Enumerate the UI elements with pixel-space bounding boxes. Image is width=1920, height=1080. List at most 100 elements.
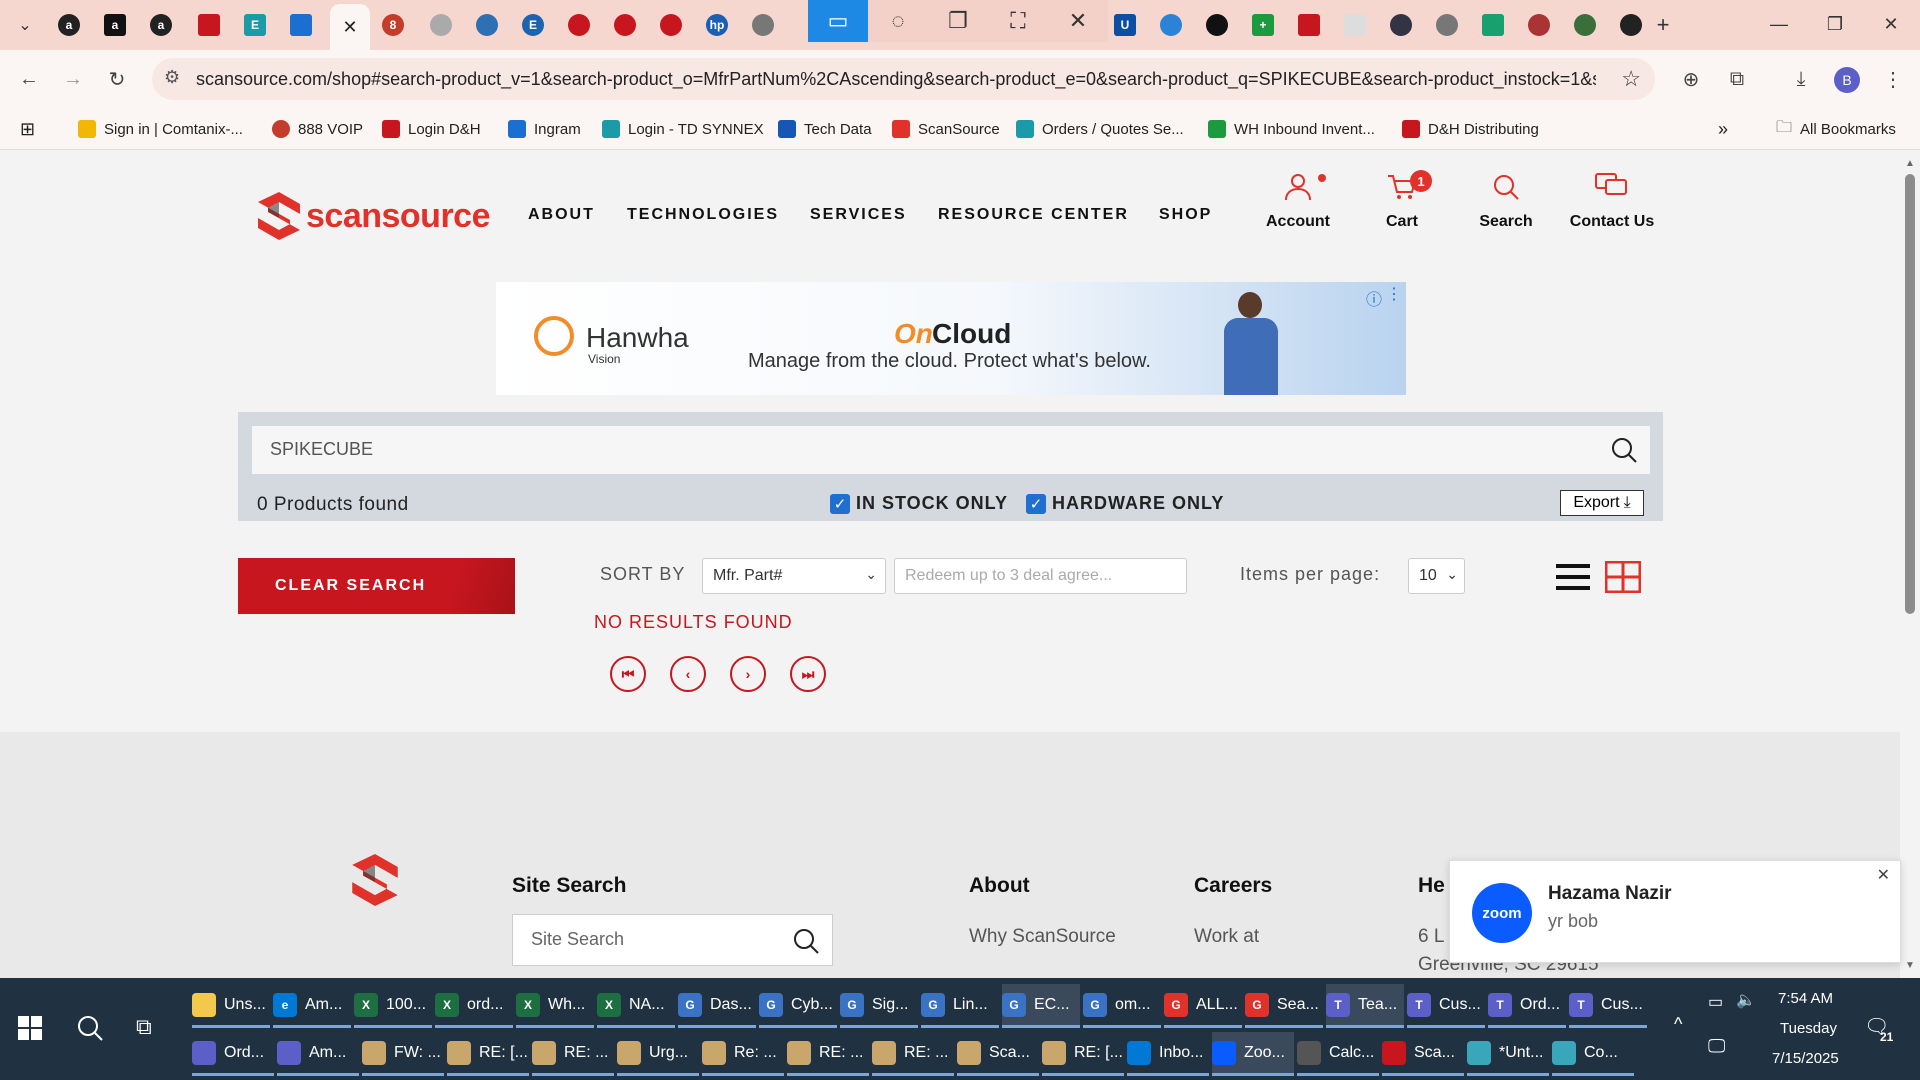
close-window-icon[interactable]: ✕ xyxy=(1862,0,1920,48)
volume-icon[interactable]: 🔈 xyxy=(1736,990,1756,1010)
more-bookmarks-icon[interactable]: » xyxy=(1718,117,1728,141)
footer-why-scansource-link[interactable]: Why ScanSource xyxy=(969,926,1116,948)
list-view-icon[interactable] xyxy=(1556,562,1590,592)
export-button[interactable]: Export ⤓ xyxy=(1560,490,1644,516)
downloads-icon[interactable]: ⤓ xyxy=(1786,64,1816,94)
taskbar-app-button[interactable]: Xord... xyxy=(435,984,513,1028)
nav-about[interactable]: ABOUT xyxy=(528,206,595,224)
tab-favicon[interactable] xyxy=(1292,8,1326,42)
minimize-icon[interactable]: — xyxy=(1750,0,1808,48)
back-icon[interactable]: ← xyxy=(14,64,44,94)
product-search-input[interactable]: SPIKECUBE xyxy=(252,426,1650,474)
tab-favicon[interactable] xyxy=(284,8,318,42)
taskbar-app-button[interactable]: RE: ... xyxy=(787,1032,869,1076)
nav-resource-center[interactable]: RESOURCE CENTER xyxy=(938,206,1129,224)
taskbar-app-button[interactable]: G Sea... xyxy=(1245,984,1323,1028)
bookmark[interactable]: ScanSource xyxy=(892,117,1000,141)
footer-search-input[interactable]: Site Search xyxy=(512,914,833,966)
ad-info-icon[interactable]: ⓘ xyxy=(1366,286,1382,310)
extensions-icon[interactable]: ⧉ xyxy=(1722,64,1752,94)
clock-time[interactable]: 7:54 AM xyxy=(1778,990,1833,1007)
sort-by-select[interactable]: Mfr. Part# ⌄ xyxy=(702,558,886,594)
taskbar-app-button[interactable]: Zoo... xyxy=(1212,1032,1294,1076)
bookmark[interactable]: Orders / Quotes Se... xyxy=(1016,117,1184,141)
taskbar-app-button[interactable]: G ALL... xyxy=(1164,984,1242,1028)
footer-work-at-link[interactable]: Work at xyxy=(1194,926,1259,948)
taskbar-app-button[interactable]: Am... xyxy=(277,1032,359,1076)
apps-grid-icon[interactable]: ⊞ xyxy=(20,117,35,141)
bookmark[interactable]: 888 VOIP xyxy=(272,117,363,141)
tab-favicon[interactable] xyxy=(192,8,226,42)
taskbar-app-button[interactable]: T Tea... xyxy=(1326,984,1404,1028)
ad-options-icon[interactable]: ⋮ xyxy=(1386,284,1402,304)
taskbar-app-button[interactable]: Inbo... xyxy=(1127,1032,1209,1076)
all-bookmarks-folder[interactable]: 🗀 All Bookmarks xyxy=(1776,117,1896,141)
close-snip-icon[interactable]: ✕ xyxy=(1048,0,1108,42)
taskbar-app-button[interactable]: X 100... xyxy=(354,984,432,1028)
active-tab-close-icon[interactable]: ✕ xyxy=(330,4,370,50)
zoom-notification[interactable]: zoom Hazama Nazir yr bob ✕ xyxy=(1449,860,1901,963)
taskbar-app-button[interactable]: G EC... xyxy=(1002,984,1080,1028)
rectangle-snip-icon[interactable]: ▭ xyxy=(808,0,868,42)
next-page-icon[interactable]: › xyxy=(730,656,766,692)
tab-favicon[interactable]: E xyxy=(516,8,550,42)
scroll-down-icon[interactable]: ▼ xyxy=(1905,960,1915,971)
restore-icon[interactable]: ❐ xyxy=(1806,0,1864,48)
footer-search-icon[interactable] xyxy=(792,927,820,955)
menu-icon[interactable]: ⋮ xyxy=(1878,64,1908,94)
taskbar-app-button[interactable]: Uns... xyxy=(192,984,270,1028)
taskbar-app-button[interactable]: Sca... xyxy=(957,1032,1039,1076)
network-icon[interactable]: 🖵 xyxy=(1708,1036,1725,1057)
footer-logo-icon[interactable] xyxy=(352,854,398,906)
reload-icon[interactable]: ↻ xyxy=(102,64,132,94)
bookmark[interactable]: D&H Distributing xyxy=(1402,117,1539,141)
close-icon[interactable]: ✕ xyxy=(1877,865,1890,885)
taskbar-app-button[interactable]: Re: ... xyxy=(702,1032,784,1076)
taskbar-app-button[interactable]: RE: ... xyxy=(532,1032,614,1076)
tab-search-icon[interactable]: ⌄ xyxy=(8,8,42,42)
taskbar-app-button[interactable]: X Wh... xyxy=(516,984,594,1028)
contact-us-button[interactable]: Contact Us xyxy=(1562,172,1662,231)
tab-favicon[interactable] xyxy=(746,8,780,42)
forward-icon[interactable]: → xyxy=(58,64,88,94)
battery-icon[interactable]: ▭ xyxy=(1708,992,1723,1012)
bookmark-star-icon[interactable]: ☆ xyxy=(1621,66,1641,92)
scrollbar-thumb[interactable] xyxy=(1905,174,1915,614)
tab-favicon[interactable] xyxy=(1430,8,1464,42)
start-icon[interactable] xyxy=(18,1016,42,1045)
taskbar-app-button[interactable]: G Lin... xyxy=(921,984,999,1028)
tab-favicon[interactable] xyxy=(1338,8,1372,42)
site-info-icon[interactable]: ⚙ xyxy=(164,67,180,88)
bookmark[interactable]: Login - TD SYNNEX xyxy=(602,117,764,141)
previous-page-icon[interactable]: ‹ xyxy=(670,656,706,692)
tray-chevron-icon[interactable]: ^ xyxy=(1674,1014,1682,1035)
translate-icon[interactable]: ⊕ xyxy=(1676,64,1706,94)
taskbar-app-button[interactable]: Sca... xyxy=(1382,1032,1464,1076)
fullscreen-snip-icon[interactable]: ⛶ xyxy=(988,0,1048,42)
taskbar-app-button[interactable]: RE: ... xyxy=(872,1032,954,1076)
scroll-up-icon[interactable]: ▲ xyxy=(1905,158,1915,169)
taskbar-app-button[interactable]: RE: [... xyxy=(1042,1032,1124,1076)
taskbar-app-button[interactable]: FW: ... xyxy=(362,1032,444,1076)
advertisement-banner[interactable]: Hanwha Vision On Cloud Manage from the c… xyxy=(496,282,1406,395)
page-scrollbar[interactable]: ▲ ▼ xyxy=(1900,150,1920,978)
task-view-icon[interactable]: ⧉ xyxy=(136,1014,152,1040)
tab-favicon[interactable] xyxy=(654,8,688,42)
window-snip-icon[interactable]: ❐ xyxy=(928,0,988,42)
tab-favicon[interactable] xyxy=(1614,8,1648,42)
freeform-snip-icon[interactable]: ◌ xyxy=(868,0,928,42)
bookmark[interactable]: WH Inbound Invent... xyxy=(1208,117,1375,141)
last-page-icon[interactable]: ⏭ xyxy=(790,656,826,692)
bookmark[interactable]: Login D&H xyxy=(382,117,481,141)
tab-favicon[interactable] xyxy=(1522,8,1556,42)
tab-favicon[interactable]: + xyxy=(1246,8,1280,42)
taskbar-app-button[interactable]: G Das... xyxy=(678,984,756,1028)
tab-favicon[interactable] xyxy=(608,8,642,42)
tab-favicon[interactable]: 8 xyxy=(376,8,410,42)
taskbar-app-button[interactable]: Ord... xyxy=(192,1032,274,1076)
tab-favicon[interactable] xyxy=(424,8,458,42)
tab-favicon[interactable]: a xyxy=(144,8,178,42)
taskbar-app-button[interactable]: T Cus... xyxy=(1569,984,1647,1028)
first-page-icon[interactable]: ⏮ xyxy=(610,656,646,692)
tab-favicon[interactable] xyxy=(1568,8,1602,42)
